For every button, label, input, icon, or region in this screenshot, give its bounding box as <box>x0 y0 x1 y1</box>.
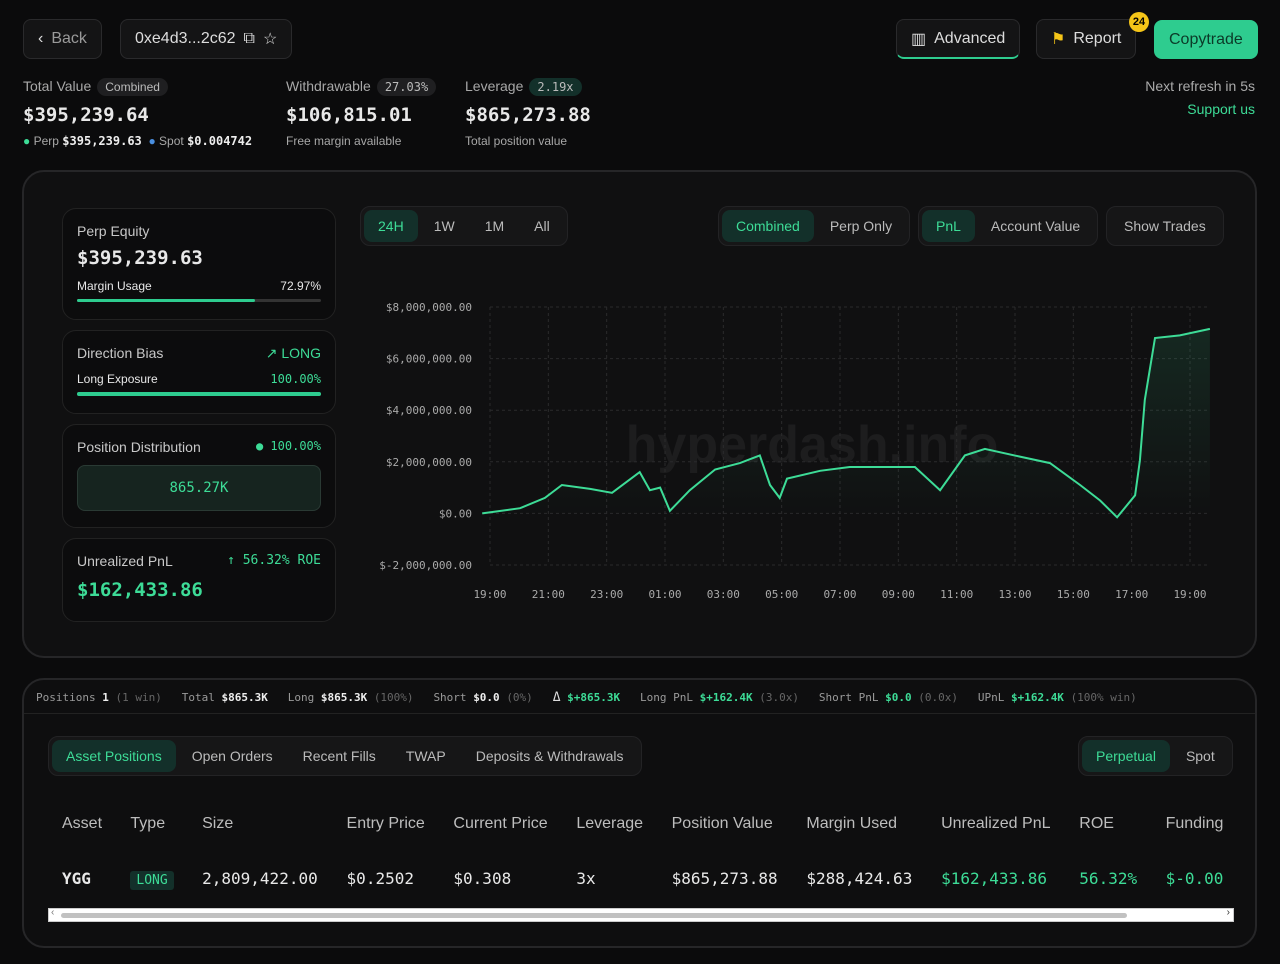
x-tick-label: 17:00 <box>1115 588 1148 601</box>
copytrade-button[interactable]: Copytrade <box>1154 20 1258 59</box>
table-cell: $0.2502 <box>333 848 440 908</box>
horizontal-scrollbar[interactable]: ‹ › <box>48 907 1234 922</box>
copy-icon[interactable]: ⧉ <box>244 30 255 48</box>
column-header[interactable]: Funding <box>1152 800 1238 848</box>
column-header[interactable]: Current Price <box>439 800 562 848</box>
position-tabs: Asset Positions Open Orders Recent Fills TW… <box>48 736 642 776</box>
y-tick-label: $4,000,000.00 <box>386 404 472 417</box>
y-tick-label: $0.00 <box>439 507 472 520</box>
table-row[interactable]: YGG LONG 2,809,422.00 $0.2502 $0.308 3x $865,2… <box>48 848 1238 908</box>
watermark: hyperdash.info <box>626 416 999 474</box>
chevron-left-icon: ‹ <box>38 30 44 47</box>
column-header[interactable]: Position Value <box>658 800 793 848</box>
positions-panel: Positions 1 (1 win) Total $865.3K Long $… <box>22 678 1257 948</box>
tab-spot[interactable]: Spot <box>1172 740 1229 772</box>
cell-value: $865,273.88 <box>671 868 778 888</box>
cell-value: $162,433.86 <box>941 868 1048 888</box>
tab-twap[interactable]: TWAP <box>392 740 460 772</box>
column-header[interactable]: Unrealized PnL <box>927 800 1065 848</box>
table-cell: $288,424.63 <box>792 848 927 908</box>
x-tick-label: 05:00 <box>765 588 798 601</box>
table-cell: 3x <box>562 848 657 908</box>
support-link[interactable]: Support us <box>1187 101 1255 117</box>
report-badge: 24 <box>1129 12 1149 32</box>
withdrawable-stat: Withdrawable 27.03% $106,815.01 Free marg… <box>286 78 437 148</box>
column-header[interactable]: Size <box>188 800 332 848</box>
advanced-button[interactable]: ▥ Advanced <box>896 19 1021 59</box>
y-tick-label: $2,000,000.00 <box>386 456 472 469</box>
x-tick-label: 23:00 <box>590 588 623 601</box>
cell-value: $288,424.63 <box>806 868 913 888</box>
table-cell: 2,809,422.00 <box>188 848 332 908</box>
x-tick-label: 03:00 <box>707 588 740 601</box>
x-tick-label: 11:00 <box>940 588 973 601</box>
column-header[interactable]: ROE <box>1065 800 1151 848</box>
star-icon[interactable]: ☆ <box>263 29 277 49</box>
pnl-chart[interactable]: hyperdash.info $8,000,000.00 $6,000,000.0… <box>22 170 1257 658</box>
column-header[interactable]: Margin Used <box>792 800 927 848</box>
positions-summary: Positions 1 (1 win) Total $865.3K Long $… <box>24 680 1255 714</box>
overview-panel: Perp Equity $395,239.63 Margin Usage 72.9… <box>22 170 1257 658</box>
total-value-stat: Total Value Combined $395,239.64 ● Perp $… <box>23 78 253 148</box>
address-chip[interactable]: 0xe4d3...2c62 ⧉ ☆ <box>120 19 293 59</box>
table-cell: $162,433.86 <box>927 848 1065 908</box>
x-tick-label: 15:00 <box>1057 588 1090 601</box>
report-button[interactable]: ⚑ Report <box>1036 19 1137 59</box>
x-tick-label: 21:00 <box>532 588 565 601</box>
leverage-stat: Leverage 2.19x $865,273.88 Total position… <box>465 78 591 148</box>
table-cell: $-0.00 <box>1152 848 1238 908</box>
x-tick-label: 19:00 <box>473 588 506 601</box>
x-tick-label: 07:00 <box>823 588 856 601</box>
table-cell: 56.32% <box>1065 848 1151 908</box>
tab-perpetual[interactable]: Perpetual <box>1082 740 1170 772</box>
x-tick-label: 09:00 <box>882 588 915 601</box>
tab-open-orders[interactable]: Open Orders <box>178 740 287 772</box>
cell-value: 56.32% <box>1079 868 1138 888</box>
cell-value: $-0.00 <box>1165 868 1224 888</box>
refresh-timer: Next refresh in 5s <box>1145 78 1255 94</box>
flag-icon: ⚑ <box>1051 31 1066 48</box>
x-tick-label: 13:00 <box>998 588 1031 601</box>
back-button[interactable]: ‹ Back <box>23 19 102 59</box>
table-cell: $0.308 <box>439 848 562 908</box>
type-badge: LONG <box>130 870 174 890</box>
y-tick-label: $8,000,000.00 <box>386 301 472 314</box>
x-tick-label: 01:00 <box>648 588 681 601</box>
column-header[interactable]: Type <box>116 800 188 848</box>
table-cell: $865,273.88 <box>658 848 793 908</box>
column-header[interactable]: Entry Price <box>333 800 440 848</box>
x-tick-label: 19:00 <box>1173 588 1206 601</box>
y-tick-label: $-2,000,000.00 <box>379 559 472 572</box>
tab-recent-fills[interactable]: Recent Fills <box>289 740 390 772</box>
cell-value: $0.308 <box>453 868 512 888</box>
table-cell: LONG <box>116 848 188 908</box>
tab-deposits-withdrawals[interactable]: Deposits & Withdrawals <box>462 740 638 772</box>
bar-chart-icon: ▥ <box>911 30 927 48</box>
cell-value: 3x <box>576 868 596 888</box>
positions-table: Asset Type Size Entry Price Current Price Lev… <box>48 800 1238 908</box>
tab-asset-positions[interactable]: Asset Positions <box>52 740 176 772</box>
y-tick-label: $6,000,000.00 <box>386 353 472 366</box>
table-cell: YGG <box>48 848 116 908</box>
market-tabs: Perpetual Spot <box>1078 736 1233 776</box>
column-header[interactable]: Asset <box>48 800 116 848</box>
cell-value: YGG <box>62 868 91 888</box>
column-header[interactable]: Leverage <box>562 800 657 848</box>
cell-value: 2,809,422.00 <box>202 868 318 888</box>
combined-badge: Combined <box>97 78 168 96</box>
cell-value: $0.2502 <box>346 868 414 888</box>
